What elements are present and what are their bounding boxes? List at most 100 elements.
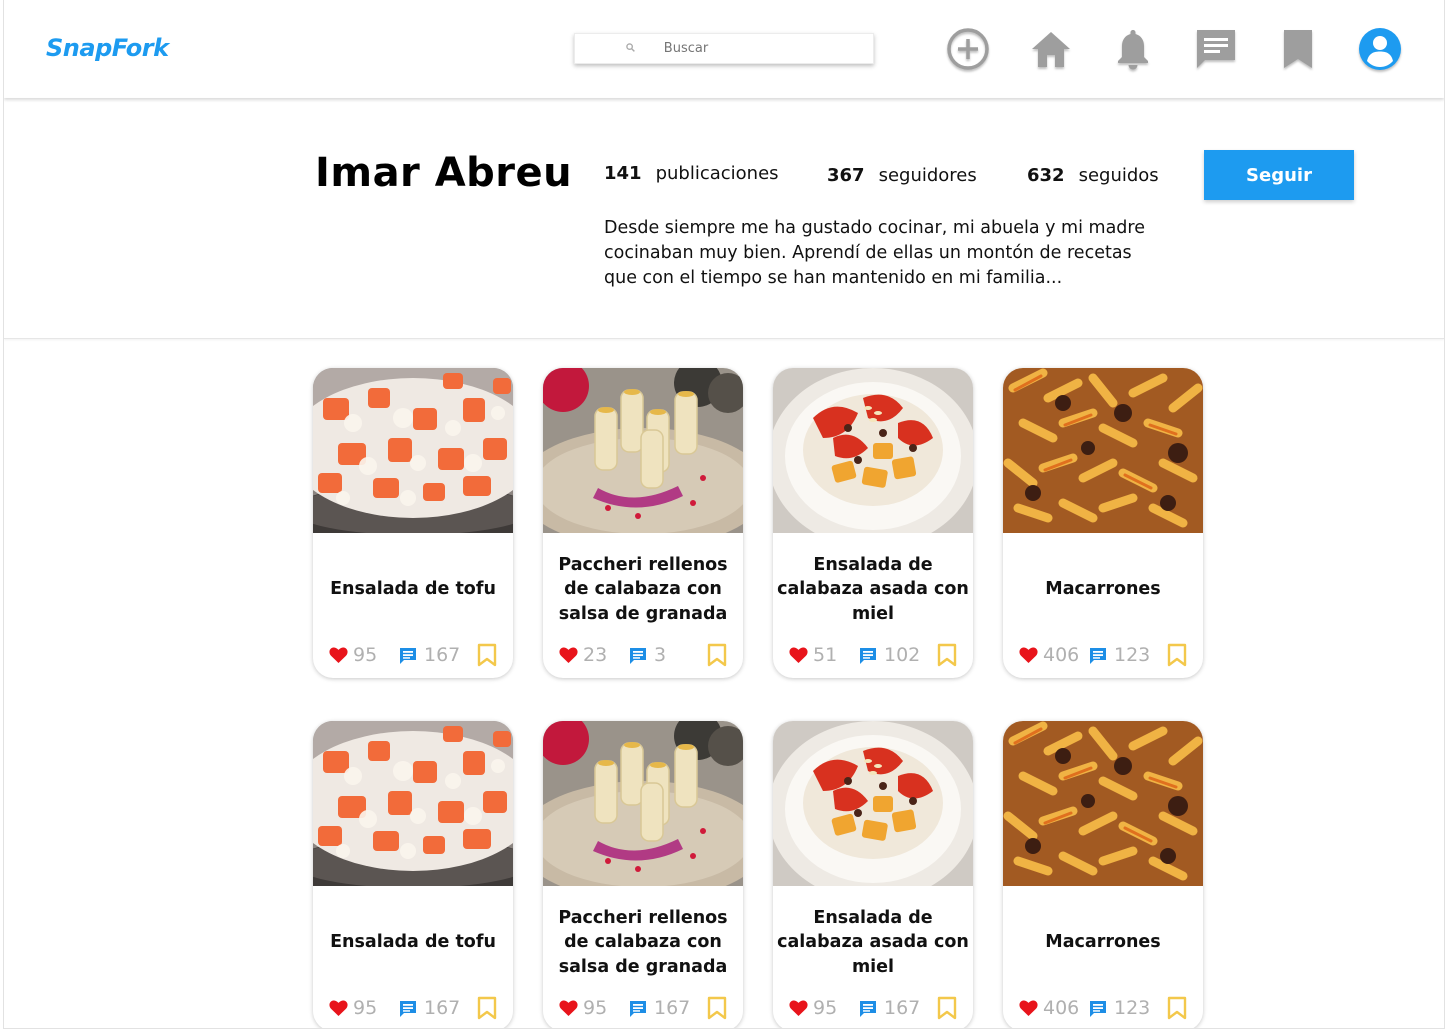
- likes-count: 406: [1043, 997, 1080, 1019]
- add-post-button[interactable]: [945, 26, 991, 72]
- recipe-title[interactable]: Ensalada de tofu: [317, 552, 509, 627]
- comment-icon[interactable]: [629, 1000, 647, 1022]
- bookmark-icon: [1284, 30, 1312, 68]
- follow-button[interactable]: Seguir: [1204, 150, 1354, 200]
- posts-label: publicaciones: [655, 163, 779, 184]
- comment-icon[interactable]: [1089, 1000, 1107, 1022]
- comments-count: 167: [424, 997, 461, 1019]
- bookmark-outline-icon[interactable]: [937, 643, 957, 671]
- recipe-title[interactable]: Ensalada de tofu: [317, 905, 509, 980]
- heart-icon[interactable]: [1019, 647, 1038, 668]
- following-count: 632: [1027, 165, 1065, 186]
- search-icon: [626, 42, 635, 55]
- comment-icon[interactable]: [629, 647, 647, 669]
- recipe-image[interactable]: [543, 721, 743, 886]
- recipe-title[interactable]: Macarrones: [1007, 905, 1199, 980]
- recipe-stats: 23 3: [543, 643, 743, 669]
- heart-icon[interactable]: [1019, 1000, 1038, 1021]
- following-stat[interactable]: 632 seguidos: [1027, 165, 1159, 186]
- bookmark-outline-icon[interactable]: [477, 643, 497, 671]
- heart-icon[interactable]: [789, 647, 808, 668]
- home-button[interactable]: [1028, 26, 1074, 72]
- following-label: seguidos: [1078, 165, 1159, 186]
- profile-section: Imar Abreu 141 publicaciones 367 seguidore…: [4, 98, 1444, 339]
- heart-icon[interactable]: [789, 1000, 808, 1021]
- add-circle-icon: [947, 28, 989, 70]
- recipe-card[interactable]: Paccheri rellenos de calabaza con salsa …: [543, 368, 743, 678]
- recipe-title[interactable]: Macarrones: [1007, 552, 1199, 627]
- chat-icon: [1197, 30, 1235, 68]
- recipe-stats: 51 102: [773, 643, 973, 669]
- likes-count: 95: [353, 644, 378, 666]
- recipe-stats: 406 123: [1003, 996, 1203, 1022]
- recipe-title[interactable]: Ensalada de calabaza asada con miel: [777, 552, 969, 627]
- recipe-card[interactable]: Macarrones 406 123: [1003, 368, 1203, 678]
- bookmark-outline-icon[interactable]: [1167, 996, 1187, 1024]
- likes-count: 95: [583, 997, 608, 1019]
- app-window: SnapFork Buscar Imar Abreu 141 publicaci…: [3, 0, 1445, 1029]
- recipe-card[interactable]: Paccheri rellenos de calabaza con salsa …: [543, 721, 743, 1028]
- search-box[interactable]: [554, 33, 874, 64]
- profile-name: Imar Abreu: [315, 150, 573, 196]
- recipe-card[interactable]: Ensalada de calabaza asada con miel 95 1…: [773, 721, 973, 1028]
- likes-count: 95: [353, 997, 378, 1019]
- comment-icon[interactable]: [859, 647, 877, 669]
- recipe-image[interactable]: [313, 368, 513, 533]
- comments-count: 167: [424, 644, 461, 666]
- likes-count: 51: [813, 644, 838, 666]
- recipe-card[interactable]: Macarrones 406 123: [1003, 721, 1203, 1028]
- followers-count: 367: [827, 165, 865, 186]
- recipe-image[interactable]: [773, 721, 973, 886]
- profile-button[interactable]: [1357, 26, 1403, 72]
- recipe-title[interactable]: Paccheri rellenos de calabaza con salsa …: [547, 905, 739, 980]
- comment-icon[interactable]: [1089, 647, 1107, 669]
- recipe-title[interactable]: Ensalada de calabaza asada con miel: [777, 905, 969, 980]
- heart-icon[interactable]: [329, 1000, 348, 1021]
- saved-button[interactable]: [1275, 26, 1321, 72]
- heart-icon[interactable]: [559, 647, 578, 668]
- recipe-card[interactable]: Ensalada de calabaza asada con miel 51 1…: [773, 368, 973, 678]
- bookmark-outline-icon[interactable]: [707, 643, 727, 671]
- comments-count: 167: [654, 997, 691, 1019]
- top-navigation-bar: SnapFork: [4, 0, 1444, 98]
- bell-icon: [1118, 30, 1148, 70]
- search-input[interactable]: [554, 35, 818, 62]
- recipe-card[interactable]: Ensalada de tofu 95 167: [313, 368, 513, 678]
- recipe-image[interactable]: [313, 721, 513, 886]
- heart-icon[interactable]: [559, 1000, 578, 1021]
- recipe-image[interactable]: [1003, 368, 1203, 533]
- comments-count: 102: [884, 644, 921, 666]
- bookmark-outline-icon[interactable]: [477, 996, 497, 1024]
- recipe-image[interactable]: [543, 368, 743, 533]
- recipe-stats: 406 123: [1003, 643, 1203, 669]
- home-icon: [1032, 32, 1070, 67]
- recipe-stats: 95 167: [313, 996, 513, 1022]
- followers-label: seguidores: [878, 165, 977, 186]
- likes-count: 95: [813, 997, 838, 1019]
- recipe-image[interactable]: [773, 368, 973, 533]
- followers-stat[interactable]: 367 seguidores: [827, 165, 977, 186]
- comment-icon[interactable]: [399, 647, 417, 669]
- comments-count: 3: [654, 644, 667, 666]
- heart-icon[interactable]: [329, 647, 348, 668]
- recipe-title[interactable]: Paccheri rellenos de calabaza con salsa …: [547, 552, 739, 627]
- bookmark-outline-icon[interactable]: [707, 996, 727, 1024]
- notifications-button[interactable]: [1110, 26, 1156, 72]
- app-logo[interactable]: SnapFork: [46, 34, 169, 62]
- messages-button[interactable]: [1193, 26, 1239, 72]
- comment-icon[interactable]: [859, 1000, 877, 1022]
- posts-stat: 141 publicaciones: [604, 163, 779, 184]
- profile-bio: Desde siempre me ha gustado cocinar, mi …: [604, 218, 1145, 288]
- posts-count: 141: [604, 163, 642, 184]
- likes-count: 23: [583, 644, 608, 666]
- comment-icon[interactable]: [399, 1000, 417, 1022]
- bookmark-outline-icon[interactable]: [1167, 643, 1187, 671]
- recipe-image[interactable]: [1003, 721, 1203, 886]
- user-circle-icon: [1359, 28, 1401, 70]
- recipe-card[interactable]: Ensalada de tofu 95 167: [313, 721, 513, 1028]
- likes-count: 406: [1043, 644, 1080, 666]
- comments-count: 123: [1114, 997, 1151, 1019]
- comments-count: 167: [884, 997, 921, 1019]
- bookmark-outline-icon[interactable]: [937, 996, 957, 1024]
- comments-count: 123: [1114, 644, 1151, 666]
